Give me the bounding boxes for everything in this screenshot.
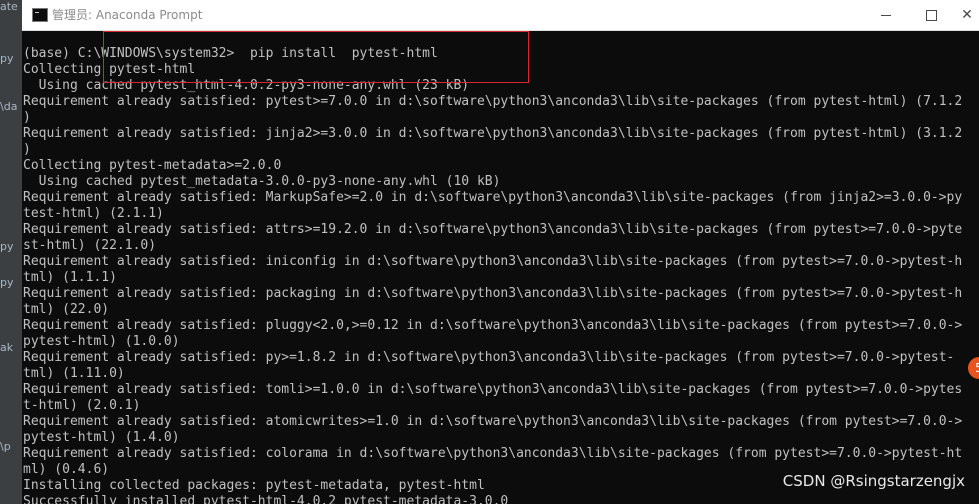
close-icon: ✕ <box>961 7 973 23</box>
terminal-line: pytest-html) (1.4.0) <box>23 430 180 445</box>
close-button[interactable]: ✕ <box>955 0 979 30</box>
watermark: CSDN @Rsingstarzengjx <box>782 472 965 490</box>
terminal-line: Requirement already satisfied: pytest>=7… <box>23 94 963 109</box>
terminal-line: ) <box>23 110 31 125</box>
terminal-line: Requirement already satisfied: pluggy<2.… <box>23 318 963 333</box>
background-editor-sidebar: ate py \da py py ak \p <box>0 0 22 504</box>
sidebar-fragment: \p <box>0 440 11 453</box>
sidebar-fragment: py <box>0 240 14 253</box>
terminal-line: (base) C:\WINDOWS\system32> pip install … <box>23 46 438 61</box>
terminal-line: tml) (22.0) <box>23 302 110 317</box>
window-titlebar[interactable]: 管理员: Anaconda Prompt ✕ <box>22 0 979 31</box>
sidebar-fragment: py <box>0 276 14 289</box>
terminal-line: Requirement already satisfied: tomli>=1.… <box>23 382 963 397</box>
terminal-line: Requirement already satisfied: attrs>=19… <box>23 222 963 237</box>
terminal-line: ) <box>23 142 31 157</box>
sidebar-fragment: py <box>0 52 14 65</box>
maximize-button[interactable] <box>909 0 955 30</box>
sidebar-fragment: \da <box>0 100 18 113</box>
terminal-line: tml) (1.1.1) <box>23 270 117 285</box>
terminal-line: tml) (1.11.0) <box>23 366 125 381</box>
terminal-line: pytest-html) (1.0.0) <box>23 334 180 349</box>
terminal-line: Using cached pytest_html-4.0.2-py3-none-… <box>23 78 470 93</box>
terminal-line: Requirement already satisfied: iniconfig… <box>23 254 963 269</box>
sidebar-fragment: ak <box>0 341 14 354</box>
maximize-icon <box>926 10 937 21</box>
terminal-line: Requirement already satisfied: atomicwri… <box>23 414 963 429</box>
terminal-line: Requirement already satisfied: colorama … <box>23 446 963 461</box>
terminal-line: Requirement already satisfied: jinja2>=3… <box>23 126 963 141</box>
terminal-line: st-html) (22.1.0) <box>23 238 157 253</box>
terminal-line: Successfully installed pytest-html-4.0.2… <box>23 494 509 504</box>
terminal-line: test-html) (2.1.1) <box>23 206 164 221</box>
terminal-output[interactable]: (base) C:\WINDOWS\system32> pip install … <box>22 30 979 504</box>
minimize-button[interactable] <box>863 0 909 30</box>
terminal-line: Requirement already satisfied: MarkupSaf… <box>23 190 963 205</box>
sidebar-fragment: ate <box>0 0 18 13</box>
terminal-line: Collecting pytest-metadata>=2.0.0 <box>23 158 282 173</box>
terminal-line: Requirement already satisfied: py>=1.8.2… <box>23 350 955 365</box>
terminal-line: Requirement already satisfied: packaging… <box>23 286 963 301</box>
terminal-line: Using cached pytest_metadata-3.0.0-py3-n… <box>23 174 501 189</box>
terminal-line: t-html) (2.0.1) <box>23 398 141 413</box>
console-icon <box>32 8 48 22</box>
minimize-icon <box>881 15 891 16</box>
terminal-line: Collecting pytest-html <box>23 62 196 77</box>
anaconda-prompt-window[interactable]: 管理员: Anaconda Prompt ✕ (base) C:\WINDOWS… <box>22 0 979 504</box>
window-title: 管理员: Anaconda Prompt <box>52 8 203 22</box>
